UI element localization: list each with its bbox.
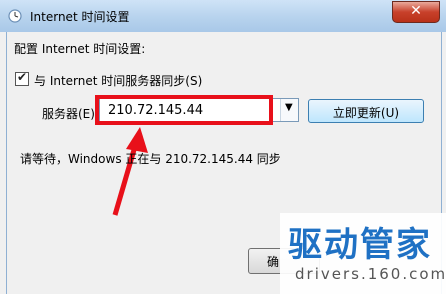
settings-heading: 配置 Internet 时间设置: [14, 42, 146, 56]
watermark-brand: 驱动管家 [288, 225, 432, 265]
check-icon: ✔ [17, 70, 28, 84]
status-text: 请等待，Windows 正在与 210.72.145.44 同步 [20, 152, 281, 166]
close-button[interactable]: ✕ [392, 1, 440, 23]
close-icon: ✕ [410, 3, 422, 19]
clock-icon [8, 9, 22, 23]
server-label: 服务器(E): [42, 107, 99, 121]
highlight-box [95, 95, 273, 125]
sync-checkbox-label[interactable]: 与 Internet 时间服务器同步(S) [34, 72, 202, 89]
chevron-down-icon: ▼ [285, 102, 293, 113]
title-bar: Internet 时间设置 ✕ [0, 0, 446, 32]
sync-checkbox[interactable]: ✔ [15, 70, 29, 86]
annotation-arrow [112, 127, 148, 216]
window-title: Internet 时间设置 [30, 10, 130, 24]
dropdown-arrow-button[interactable]: ▼ [280, 99, 298, 121]
ok-label: 确 [267, 255, 280, 269]
watermark: 驱动管家 drivers.160.com [280, 213, 446, 294]
update-now-label: 立即更新(U) [332, 106, 400, 120]
watermark-url: drivers.160.com [295, 265, 446, 283]
update-now-button[interactable]: 立即更新(U) [308, 99, 424, 123]
